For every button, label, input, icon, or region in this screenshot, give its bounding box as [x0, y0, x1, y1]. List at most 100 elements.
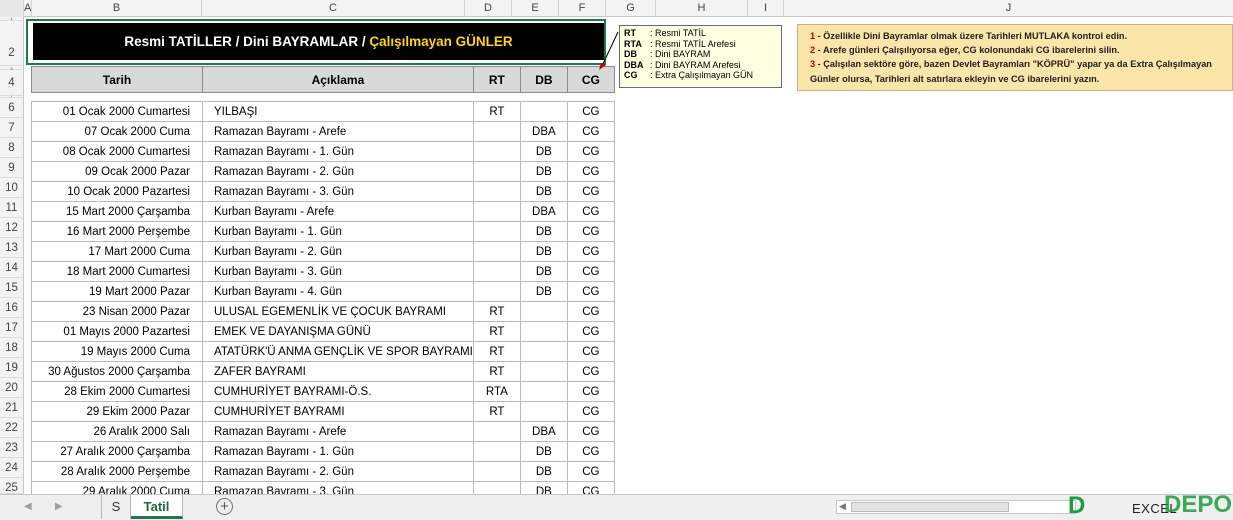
cell-cg[interactable]: CG — [566, 221, 615, 242]
cell-db[interactable]: DB — [519, 221, 568, 242]
header-rt[interactable]: RT — [472, 66, 521, 93]
cell-tarih[interactable]: 26 Aralık 2000 Salı — [31, 421, 203, 442]
cell-aciklama[interactable]: CUMHURİYET BAYRAMI-Ö.S. — [202, 381, 474, 402]
cell-rt[interactable] — [472, 441, 521, 462]
column-header-i[interactable]: I — [748, 0, 784, 17]
row-header-4[interactable]: 4 — [0, 70, 24, 96]
sheet-tab-s[interactable]: S — [101, 495, 131, 519]
cell-rt[interactable] — [472, 461, 521, 482]
scroll-left-icon[interactable]: ◀ — [839, 501, 846, 512]
cell-rt[interactable]: RT — [472, 361, 521, 382]
cell-aciklama[interactable]: Ramazan Bayramı - 3. Gün — [202, 181, 474, 202]
row-header-25[interactable]: 25 — [0, 478, 24, 494]
cell-aciklama[interactable]: Kurban Bayramı - 3. Gün — [202, 261, 474, 282]
cell-db[interactable] — [519, 301, 568, 322]
cell-cg[interactable]: CG — [566, 321, 615, 342]
cell-aciklama[interactable]: EMEK VE DAYANIŞMA GÜNÜ — [202, 321, 474, 342]
cell-tarih[interactable]: 23 Nisan 2000 Pazar — [31, 301, 203, 322]
header-aciklama[interactable]: Açıklama — [202, 66, 474, 93]
cell-cg[interactable]: CG — [566, 301, 615, 322]
select-all-corner[interactable] — [0, 0, 24, 17]
cell-tarih[interactable]: 27 Aralık 2000 Çarşamba — [31, 441, 203, 462]
cell-tarih[interactable]: 10 Ocak 2000 Pazartesi — [31, 181, 203, 202]
cell-cg[interactable]: CG — [566, 381, 615, 402]
row-header-21[interactable]: 21 — [0, 398, 24, 418]
cell-cg[interactable]: CG — [566, 121, 615, 142]
cell-cg[interactable]: CG — [566, 341, 615, 362]
cell-cg[interactable]: CG — [566, 421, 615, 442]
cell-aciklama[interactable]: YILBAŞI — [202, 101, 474, 122]
cell-db[interactable] — [519, 401, 568, 422]
row-header-14[interactable]: 14 — [0, 258, 24, 278]
row-header-8[interactable]: 8 — [0, 138, 24, 158]
column-header-g[interactable]: G — [606, 0, 656, 17]
column-header-a[interactable]: A — [24, 0, 32, 17]
column-header-c[interactable]: C — [202, 0, 465, 17]
cell-db[interactable]: DB — [519, 441, 568, 462]
row-header-13[interactable]: 13 — [0, 238, 24, 258]
cell-tarih[interactable]: 28 Ekim 2000 Cumartesi — [31, 381, 203, 402]
cell-aciklama[interactable]: Ramazan Bayramı - 1. Gün — [202, 441, 474, 462]
cell-db[interactable]: DB — [519, 141, 568, 162]
cell-cg[interactable]: CG — [566, 241, 615, 262]
cell-cg[interactable]: CG — [566, 201, 615, 222]
header-tarih[interactable]: Tarih — [31, 66, 203, 93]
cell-cg[interactable]: CG — [566, 181, 615, 202]
cell-db[interactable]: DB — [519, 281, 568, 302]
cell-tarih[interactable]: 18 Mart 2000 Cumartesi — [31, 261, 203, 282]
cell-rt[interactable]: RT — [472, 341, 521, 362]
add-sheet-icon[interactable]: + — [216, 498, 233, 515]
cell-aciklama[interactable]: Kurban Bayramı - 2. Gün — [202, 241, 474, 262]
cell-rt[interactable]: RTA — [472, 381, 521, 402]
cell-tarih[interactable]: 29 Ekim 2000 Pazar — [31, 401, 203, 422]
row-header-12[interactable]: 12 — [0, 218, 24, 238]
horizontal-scrollbar[interactable]: ◀ — [836, 500, 1076, 514]
row-header-20[interactable]: 20 — [0, 378, 24, 398]
cell-cg[interactable]: CG — [566, 281, 615, 302]
cell-tarih[interactable]: 30 Ağustos 2000 Çarşamba — [31, 361, 203, 382]
cell-tarih[interactable]: 28 Aralık 2000 Perşembe — [31, 461, 203, 482]
cell-cg[interactable]: CG — [566, 161, 615, 182]
row-header-19[interactable]: 19 — [0, 358, 24, 378]
cell-rt[interactable]: RT — [472, 401, 521, 422]
cell-aciklama[interactable]: ATATÜRK'Ü ANMA GENÇLİK VE SPOR BAYRAMI — [202, 341, 474, 362]
cell-tarih[interactable]: 09 Ocak 2000 Pazar — [31, 161, 203, 182]
cell-aciklama[interactable]: CUMHURİYET BAYRAMI — [202, 401, 474, 422]
cell-tarih[interactable]: 17 Mart 2000 Cuma — [31, 241, 203, 262]
cell-db[interactable]: DB — [519, 461, 568, 482]
cell-aciklama[interactable]: Kurban Bayramı - 4. Gün — [202, 281, 474, 302]
cell-rt[interactable] — [472, 241, 521, 262]
cell-rt[interactable] — [472, 181, 521, 202]
cell-db[interactable]: DB — [519, 161, 568, 182]
cell-cg[interactable]: CG — [566, 401, 615, 422]
cell-cg[interactable]: CG — [566, 361, 615, 382]
cell-db[interactable] — [519, 381, 568, 402]
cell-db[interactable]: DB — [519, 181, 568, 202]
row-header-15[interactable]: 15 — [0, 278, 24, 298]
column-header-e[interactable]: E — [512, 0, 559, 17]
cell-aciklama[interactable]: Ramazan Bayramı - 1. Gün — [202, 141, 474, 162]
cell-tarih[interactable]: 15 Mart 2000 Çarşamba — [31, 201, 203, 222]
cell-db[interactable] — [519, 361, 568, 382]
cell-db[interactable] — [519, 321, 568, 342]
cell-db[interactable] — [519, 101, 568, 122]
column-header-d[interactable]: D — [465, 0, 512, 17]
row-header-16[interactable]: 16 — [0, 298, 24, 318]
cell-db[interactable]: DB — [519, 261, 568, 282]
row-header-10[interactable]: 10 — [0, 178, 24, 198]
row-header-11[interactable]: 11 — [0, 198, 24, 218]
cell-tarih[interactable]: 16 Mart 2000 Perşembe — [31, 221, 203, 242]
row-header-6[interactable]: 6 — [0, 98, 24, 118]
scroll-tabs-left-icon[interactable]: ◀ — [24, 501, 32, 512]
cell-db[interactable]: DBA — [519, 121, 568, 142]
cell-rt[interactable] — [472, 141, 521, 162]
row-header-18[interactable]: 18 — [0, 338, 24, 358]
cell-rt[interactable]: RT — [472, 321, 521, 342]
cell-aciklama[interactable]: Kurban Bayramı - 1. Gün — [202, 221, 474, 242]
header-db[interactable]: DB — [519, 66, 568, 93]
cell-tarih[interactable]: 08 Ocak 2000 Cumartesi — [31, 141, 203, 162]
cell-cg[interactable]: CG — [566, 141, 615, 162]
row-header-24[interactable]: 24 — [0, 458, 24, 478]
row-header-2[interactable]: 2 — [0, 21, 24, 66]
cell-aciklama[interactable]: ZAFER BAYRAMI — [202, 361, 474, 382]
